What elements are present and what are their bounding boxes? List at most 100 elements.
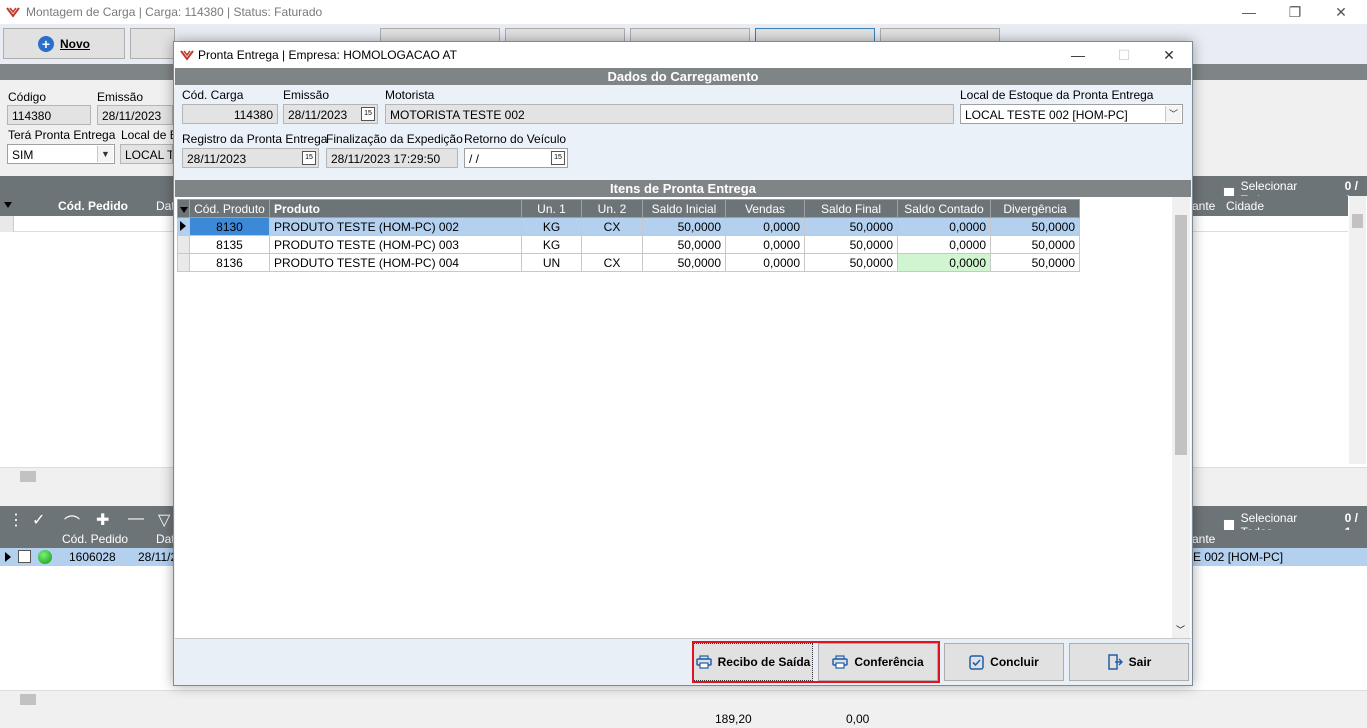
calendar-icon[interactable]: 15 — [361, 107, 375, 121]
dialog-close-icon[interactable]: ✕ — [1146, 42, 1192, 68]
chevron-down-icon[interactable]: ﹀ — [1165, 106, 1181, 122]
calendar-icon[interactable]: 15 — [302, 151, 316, 165]
filter-icon[interactable]: ▽ — [158, 510, 170, 530]
row-local: E 002 [HOM-PC] — [1193, 550, 1284, 564]
cell-saldo-contado[interactable]: 0,0000 — [897, 235, 991, 254]
novo-button[interactable]: + Novo — [3, 28, 125, 59]
cell-saldo-contado-editing[interactable]: 0,0000 — [897, 253, 991, 272]
concluir-button[interactable]: Concluir — [944, 643, 1064, 681]
row-indicator-icon — [177, 217, 190, 236]
emissao-value: 28/11/2023 — [288, 108, 348, 122]
emissao-label: Emissão — [283, 88, 330, 102]
cell-un1[interactable]: KG — [521, 217, 582, 236]
table-row[interactable]: 8135 PRODUTO TESTE (HOM-PC) 003 KG 50,00… — [177, 235, 1080, 254]
registro-field[interactable]: 28/11/2023 15 — [182, 148, 319, 168]
grid-menu-icon[interactable] — [177, 199, 190, 218]
scroll-down-icon[interactable]: ﹀ — [1176, 623, 1185, 636]
calendar-icon[interactable]: 15 — [551, 151, 565, 165]
cell-vendas[interactable]: 0,0000 — [725, 235, 805, 254]
cell-saldo-contado[interactable]: 0,0000 — [897, 217, 991, 236]
col-produto[interactable]: Produto — [269, 199, 522, 218]
toolbar-button-2[interactable] — [130, 28, 175, 59]
app-logo-icon — [180, 50, 194, 61]
restore-icon[interactable]: ❐ — [1272, 0, 1318, 24]
col-dat-2[interactable]: Dat — [156, 532, 175, 546]
chevron-down-icon[interactable]: ▼ — [97, 146, 113, 162]
cell-saldo-final[interactable]: 50,0000 — [804, 217, 898, 236]
orders-vscroll[interactable] — [1349, 196, 1366, 464]
retorno-field[interactable]: / / 15 — [464, 148, 568, 168]
cell-saldo-inicial[interactable]: 50,0000 — [642, 235, 726, 254]
col-saldo-contado[interactable]: Saldo Contado — [897, 199, 991, 218]
cod-carga-field[interactable]: 114380 — [182, 104, 278, 124]
col-divergencia[interactable]: Divergência — [990, 199, 1080, 218]
sair-button[interactable]: Sair — [1069, 643, 1189, 681]
dialog-minimize-icon[interactable]: — — [1055, 42, 1101, 68]
cell-divergencia[interactable]: 50,0000 — [990, 253, 1080, 272]
finalizacao-field[interactable]: 28/11/2023 17:29:50 — [326, 148, 458, 168]
table-row[interactable]: 8136 PRODUTO TESTE (HOM-PC) 004 UN CX 50… — [177, 253, 1080, 272]
items-hscroll[interactable] — [0, 690, 1367, 707]
col-saldo-final[interactable]: Saldo Final — [804, 199, 898, 218]
items-table-area: Cód. Produto Produto Un. 1 Un. 2 Saldo I… — [175, 197, 1191, 638]
col-cod-pedido-2[interactable]: Cód. Pedido — [62, 532, 128, 546]
emissao-field[interactable]: 28/11/2023 — [97, 105, 173, 125]
motorista-label: Motorista — [385, 88, 435, 102]
close-icon[interactable]: ✕ — [1318, 0, 1364, 24]
scroll-thumb[interactable] — [1175, 215, 1187, 455]
remove-icon[interactable]: — — [128, 510, 144, 528]
cell-vendas[interactable]: 0,0000 — [725, 217, 805, 236]
retorno-value: / / — [469, 152, 480, 166]
codigo-field[interactable]: 114380 — [7, 105, 91, 125]
cell-produto[interactable]: PRODUTO TESTE (HOM-PC) 004 — [269, 253, 522, 272]
carregamento-form: Cód. Carga 114380 Emissão 28/11/2023 15 … — [175, 85, 1191, 179]
col-cidade[interactable]: Cidade — [1226, 199, 1264, 213]
cell-un2[interactable]: CX — [581, 253, 643, 272]
app-logo-icon — [6, 7, 20, 18]
cell-divergencia[interactable]: 50,0000 — [990, 235, 1080, 254]
col-un1[interactable]: Un. 1 — [521, 199, 582, 218]
cell-saldo-final[interactable]: 50,0000 — [804, 235, 898, 254]
col-ante-2[interactable]: ante — [1192, 532, 1215, 546]
cell-divergencia[interactable]: 50,0000 — [990, 217, 1080, 236]
emissao-label: Emissão — [97, 90, 144, 104]
cell-vendas[interactable]: 0,0000 — [725, 253, 805, 272]
table-row[interactable]: 8130 PRODUTO TESTE (HOM-PC) 002 KG CX 50… — [177, 217, 1080, 236]
cell-saldo-final[interactable]: 50,0000 — [804, 253, 898, 272]
tera-pronta-entrega-label: Terá Pronta Entrega — [8, 128, 116, 142]
cell-saldo-inicial[interactable]: 50,0000 — [642, 253, 726, 272]
cell-cod-produto[interactable]: 8135 — [189, 235, 270, 254]
col-saldo-inicial[interactable]: Saldo Inicial — [642, 199, 726, 218]
emissao-field[interactable]: 28/11/2023 15 — [283, 104, 378, 124]
more-icon[interactable]: ⋮ — [8, 510, 24, 530]
check-all-icon[interactable]: ✓ — [32, 510, 45, 530]
row-indicator-icon — [5, 552, 11, 562]
registro-value: 28/11/2023 — [187, 152, 247, 166]
cell-produto[interactable]: PRODUTO TESTE (HOM-PC) 003 — [269, 235, 522, 254]
add-icon[interactable]: ✚ — [96, 510, 109, 530]
minimize-icon[interactable]: — — [1226, 0, 1272, 24]
col-cod-pedido[interactable]: Cód. Pedido — [58, 199, 128, 213]
cell-un1[interactable]: UN — [521, 253, 582, 272]
local-field[interactable]: LOCAL TE — [120, 144, 173, 164]
col-un2[interactable]: Un. 2 — [581, 199, 643, 218]
col-vendas[interactable]: Vendas — [725, 199, 805, 218]
local-estoque-select[interactable]: LOCAL TESTE 002 [HOM-PC] ﹀ — [960, 104, 1183, 124]
row-checkbox[interactable] — [18, 550, 31, 563]
col-cod-produto[interactable]: Cód. Produto — [189, 199, 270, 218]
cell-un1[interactable]: KG — [521, 235, 582, 254]
tera-pronta-entrega-select[interactable]: SIM ▼ — [7, 144, 115, 164]
local-label: Local de E — [121, 128, 178, 142]
cell-cod-produto[interactable]: 8130 — [189, 217, 270, 236]
plus-icon: + — [38, 35, 54, 52]
cell-saldo-inicial[interactable]: 50,0000 — [642, 217, 726, 236]
novo-label: Novo — [60, 36, 90, 51]
cell-cod-produto[interactable]: 8136 — [189, 253, 270, 272]
cell-un2[interactable]: CX — [581, 217, 643, 236]
col-ante[interactable]: ante — [1192, 199, 1215, 213]
cell-produto[interactable]: PRODUTO TESTE (HOM-PC) 002 — [269, 217, 522, 236]
motorista-field[interactable]: MOTORISTA TESTE 002 — [385, 104, 954, 124]
items-vscroll[interactable]: ﹀ — [1172, 197, 1190, 638]
cell-un2[interactable] — [581, 235, 643, 254]
col-dat[interactable]: Dat — [156, 199, 175, 213]
